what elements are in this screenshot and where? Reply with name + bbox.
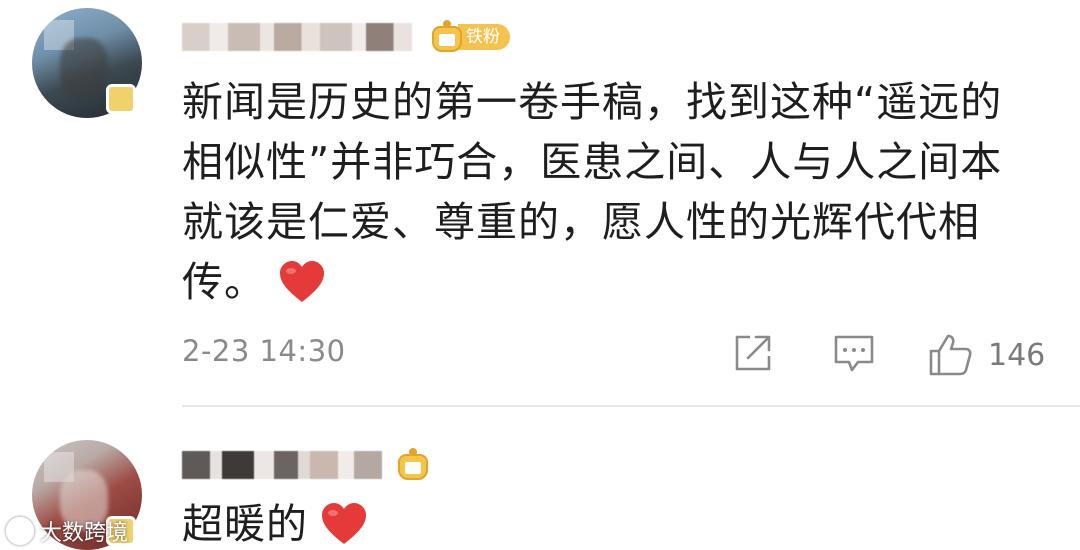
crown-icon — [430, 20, 464, 54]
verified-badge — [106, 84, 136, 114]
username-blurred — [182, 451, 382, 479]
timestamp: 2-23 14:30 — [182, 334, 346, 368]
thumbs-up-icon — [928, 332, 974, 378]
heart-icon — [278, 260, 326, 304]
share-button[interactable] — [732, 332, 774, 374]
comment-text: 超暖的 — [182, 494, 1042, 550]
watermark-logo-icon — [6, 517, 34, 545]
comment-body: 超暖的 — [182, 500, 308, 548]
comment-text: 新闻是历史的第一卷手稿，找到这种“遥远的相似性”并非巧合，医患之间、人与人之间本… — [182, 72, 1042, 312]
avatar-blur — [60, 38, 108, 98]
comment-button[interactable] — [832, 332, 876, 374]
fan-badge: 铁粉 — [458, 20, 510, 54]
watermark-text: 大数跨境 — [40, 521, 129, 546]
heart-icon — [320, 502, 368, 546]
username[interactable]: 铁粉 — [182, 20, 510, 54]
like-count: 146 — [988, 337, 1046, 373]
crown-icon — [396, 448, 430, 482]
share-icon — [732, 332, 774, 374]
username-blurred — [182, 23, 412, 51]
username[interactable] — [182, 448, 430, 482]
comment-item: 铁粉 新闻是历史的第一卷手稿，找到这种“遥远的相似性”并非巧合，医患之间、人与人… — [0, 0, 1080, 410]
watermark: 大数跨境 — [6, 514, 128, 548]
divider — [182, 405, 1080, 407]
like-button[interactable]: 146 — [928, 332, 1045, 378]
fan-badge-label: 铁粉 — [458, 24, 510, 50]
comment-item: 超暖的 — [0, 410, 1080, 550]
comment-icon — [832, 332, 876, 374]
